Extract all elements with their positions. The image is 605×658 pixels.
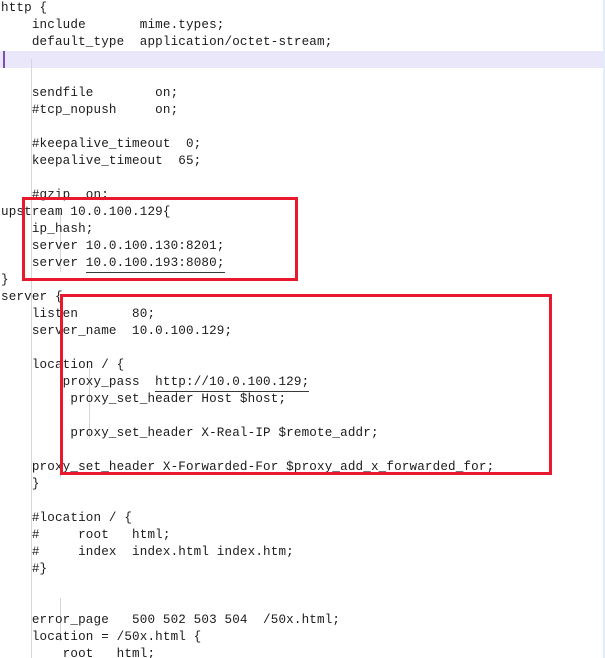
- code-line-text: #gzip on;: [1, 188, 109, 202]
- code-line[interactable]: # index index.html index.htm;: [0, 544, 603, 561]
- code-line[interactable]: # root html;: [0, 527, 603, 544]
- code-line[interactable]: [0, 493, 603, 510]
- code-line-text: error_page 500 502 503 504 /50x.html;: [1, 613, 341, 627]
- code-line-text: proxy_set_header Host $host;: [1, 392, 287, 406]
- code-line[interactable]: http {: [0, 0, 603, 17]
- code-line[interactable]: #}: [0, 561, 603, 578]
- code-line[interactable]: [0, 170, 603, 187]
- code-line[interactable]: root html;: [0, 646, 603, 658]
- code-line-underlined-token[interactable]: http://10.0.100.129;: [155, 374, 310, 392]
- code-line[interactable]: #gzip on;: [0, 187, 603, 204]
- code-line[interactable]: [0, 408, 603, 425]
- code-line[interactable]: [0, 578, 603, 595]
- code-line-text: location / {: [1, 358, 125, 372]
- code-line[interactable]: #location / {: [0, 510, 603, 527]
- code-line[interactable]: [0, 68, 603, 85]
- code-line[interactable]: server 10.0.100.130:8201;: [0, 238, 603, 255]
- code-line[interactable]: ip_hash;: [0, 221, 603, 238]
- code-line-text: server 10.0.100.130:8201;: [1, 239, 225, 253]
- code-line-text: proxy_pass: [1, 375, 156, 389]
- code-line-text: listen 80;: [1, 307, 156, 321]
- code-line[interactable]: listen 80;: [0, 306, 603, 323]
- code-line-text: #location / {: [1, 511, 133, 525]
- code-line-text: ip_hash;: [1, 222, 94, 236]
- code-line-text: # root html;: [1, 528, 171, 542]
- code-line[interactable]: error_page 500 502 503 504 /50x.html;: [0, 612, 603, 629]
- code-line-text: root html;: [1, 647, 156, 658]
- code-line-text: upstream 10.0.100.129{: [1, 205, 171, 219]
- code-line[interactable]: server_name 10.0.100.129;: [0, 323, 603, 340]
- code-line-text: proxy_set_header X-Forwarded-For $proxy_…: [1, 460, 495, 474]
- code-line[interactable]: keepalive_timeout 65;: [0, 153, 603, 170]
- code-line-text: #keepalive_timeout 0;: [1, 137, 202, 151]
- code-line-text: # index index.html index.htm;: [1, 545, 294, 559]
- code-line-text: }: [1, 273, 9, 287]
- code-line[interactable]: location / {: [0, 357, 603, 374]
- code-line-underlined-token[interactable]: 10.0.100.193:8080;: [85, 255, 225, 273]
- code-line-text: }: [1, 477, 40, 491]
- code-line[interactable]: [0, 595, 603, 612]
- code-line-text: include mime.types;: [1, 18, 225, 32]
- code-line[interactable]: proxy_pass http://10.0.100.129;: [0, 374, 603, 392]
- code-line[interactable]: }: [0, 272, 603, 289]
- code-line-text: http {: [1, 1, 48, 15]
- code-line[interactable]: [0, 51, 603, 68]
- code-line[interactable]: [0, 442, 603, 459]
- code-line[interactable]: upstream 10.0.100.129{: [0, 204, 603, 221]
- editor-window: http { include mime.types; default_type …: [0, 0, 605, 658]
- code-line[interactable]: default_type application/octet-stream;: [0, 34, 603, 51]
- code-line[interactable]: sendfile on;: [0, 85, 603, 102]
- code-line[interactable]: }: [0, 476, 603, 493]
- code-line-text: server {: [1, 290, 63, 304]
- code-line[interactable]: #tcp_nopush on;: [0, 102, 603, 119]
- code-line[interactable]: server 10.0.100.193:8080;: [0, 255, 603, 273]
- code-line[interactable]: #keepalive_timeout 0;: [0, 136, 603, 153]
- code-line-text: sendfile on;: [1, 86, 179, 100]
- code-line-text: location = /50x.html {: [1, 630, 202, 644]
- code-line-text: server_name 10.0.100.129;: [1, 324, 233, 338]
- code-line-text: #}: [1, 562, 48, 576]
- code-line-text: server: [1, 256, 86, 270]
- code-line[interactable]: proxy_set_header X-Forwarded-For $proxy_…: [0, 459, 603, 476]
- code-line-text: #tcp_nopush on;: [1, 103, 179, 117]
- code-line[interactable]: proxy_set_header Host $host;: [0, 391, 603, 408]
- code-line[interactable]: proxy_set_header X-Real-IP $remote_addr;: [0, 425, 603, 442]
- code-editor-content[interactable]: http { include mime.types; default_type …: [0, 0, 603, 658]
- code-line[interactable]: server {: [0, 289, 603, 306]
- code-line[interactable]: location = /50x.html {: [0, 629, 603, 646]
- code-line[interactable]: [0, 340, 603, 357]
- code-line-text: proxy_set_header X-Real-IP $remote_addr;: [1, 426, 379, 440]
- code-line[interactable]: [0, 119, 603, 136]
- code-line-text: keepalive_timeout 65;: [1, 154, 202, 168]
- code-line-text: default_type application/octet-stream;: [1, 35, 333, 49]
- code-line[interactable]: include mime.types;: [0, 17, 603, 34]
